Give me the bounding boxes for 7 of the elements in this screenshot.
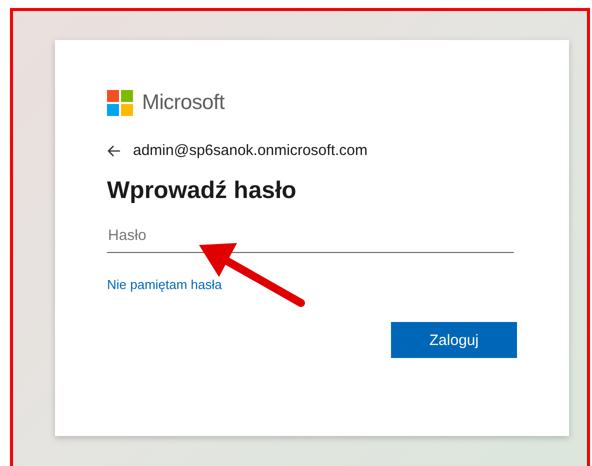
account-email: admin@sp6sanok.onmicrosoft.com [133, 142, 368, 159]
sign-in-button[interactable]: Zaloguj [391, 322, 517, 358]
brand-name: Microsoft [142, 91, 224, 115]
back-arrow-icon[interactable] [107, 144, 121, 156]
forgot-password-link[interactable]: Nie pamiętam hasła [107, 277, 222, 292]
page-title: Wprowadź hasło [107, 177, 298, 205]
logo-icon [107, 90, 133, 116]
